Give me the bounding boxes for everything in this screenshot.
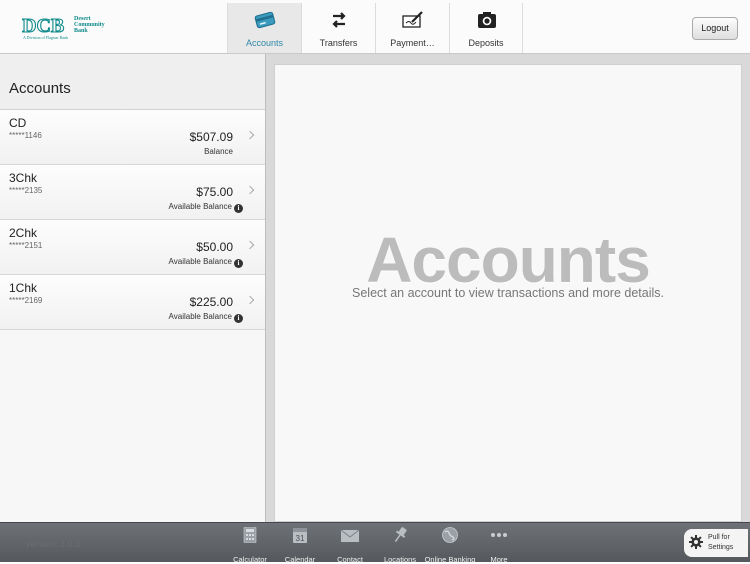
app-version: Version: 3.0.3	[25, 539, 81, 549]
globe-icon	[442, 527, 458, 543]
account-amount: $75.00	[196, 185, 233, 199]
chevron-right-icon	[245, 130, 255, 140]
more-dots-icon	[491, 533, 507, 537]
top-bar: DCB Desert Community Bank A Division of …	[0, 0, 750, 54]
account-name: 2Chk	[9, 226, 38, 240]
toolbar-calculator-label: Calculator	[233, 555, 267, 564]
tab-deposits-label: Deposits	[468, 38, 504, 48]
account-amount: $225.00	[189, 295, 233, 309]
toolbar-contact[interactable]: Contact	[332, 527, 368, 564]
accounts-list-panel: Accounts CD *****1146 $507.09 Balance 3C…	[0, 54, 266, 522]
balance-label-text: Available Balance	[168, 257, 232, 266]
account-row-1chk[interactable]: 1Chk *****2169 $225.00 Available Balance…	[0, 275, 265, 330]
settings-line-1: Pull for	[708, 534, 730, 541]
main-tabs: Accounts Transfers Payment… Deposits	[227, 3, 523, 53]
transfer-arrows-icon	[332, 12, 346, 28]
tab-deposits[interactable]: Deposits	[449, 3, 523, 53]
account-row-3chk[interactable]: 3Chk *****2135 $75.00 Available Balance i	[0, 165, 265, 220]
logout-button[interactable]: Logout	[692, 17, 738, 40]
svg-text:31: 31	[296, 534, 305, 543]
settings-text: Pull for Settings	[708, 533, 733, 553]
info-icon[interactable]: i	[234, 204, 243, 213]
chevron-right-icon	[245, 295, 255, 305]
toolbar-online-banking-label: Online Banking	[424, 555, 476, 564]
account-amount: $50.00	[196, 240, 233, 254]
account-balance-label: Available Balance i	[169, 257, 243, 268]
info-icon[interactable]: i	[234, 259, 243, 268]
dcb-logo-mark: DCB	[22, 15, 65, 35]
calculator-icon	[243, 526, 257, 544]
placeholder-subtitle: Select an account to view transactions a…	[352, 286, 664, 300]
balance-label-text: Available Balance	[168, 312, 232, 321]
tab-payments[interactable]: Payment…	[375, 3, 449, 53]
account-balance-label: Available Balance i	[169, 202, 243, 213]
settings-line-2: Settings	[708, 544, 734, 551]
bottom-toolbar: Version: 3.0.3 Calculator 31 Calendar Co…	[0, 522, 750, 564]
bank-name-line-3: Bank	[74, 28, 88, 34]
account-name: CD	[9, 116, 27, 130]
account-balance-label: Balance	[204, 147, 233, 156]
account-name: 3Chk	[9, 171, 38, 185]
account-row-cd[interactable]: CD *****1146 $507.09 Balance	[0, 110, 265, 165]
account-number: *****2135	[9, 186, 43, 195]
balance-label-text: Balance	[204, 147, 233, 156]
account-detail-placeholder: Accounts Select an account to view trans…	[274, 64, 742, 522]
tab-accounts-label: Accounts	[245, 38, 284, 48]
toolbar-calendar[interactable]: 31 Calendar	[282, 527, 318, 564]
chevron-right-icon	[245, 240, 255, 250]
camera-icon	[478, 12, 496, 28]
toolbar-locations-label: Locations	[383, 555, 417, 564]
toolbar-online-banking[interactable]: Online Banking	[424, 527, 476, 564]
toolbar-contact-label: Contact	[337, 555, 363, 564]
account-balance-label: Available Balance i	[169, 312, 243, 323]
info-icon[interactable]: i	[234, 314, 243, 323]
toolbar-more-label: More	[490, 555, 508, 564]
tab-transfers[interactable]: Transfers	[301, 3, 375, 53]
account-row-2chk[interactable]: 2Chk *****2151 $50.00 Available Balance i	[0, 220, 265, 275]
chevron-right-icon	[245, 185, 255, 195]
account-number: *****1146	[9, 131, 42, 140]
pull-for-settings-handle[interactable]: Pull for Settings	[684, 529, 748, 557]
accounts-panel-title: Accounts	[0, 54, 265, 110]
gear-icon	[689, 535, 703, 549]
toolbar-calculator[interactable]: Calculator	[231, 526, 269, 564]
tab-transfers-label: Transfers	[319, 38, 358, 48]
check-pen-icon	[402, 11, 423, 28]
pin-icon	[394, 527, 407, 542]
envelope-icon	[340, 529, 360, 542]
bank-division-text: A Division of Flagstar Bank	[23, 35, 69, 40]
bank-logo: DCB Desert Community Bank A Division of …	[22, 15, 112, 41]
toolbar-locations[interactable]: Locations	[382, 527, 418, 564]
calendar-icon: 31	[293, 528, 307, 543]
balance-label-text: Available Balance	[168, 202, 232, 211]
account-amount: $507.09	[189, 130, 233, 144]
credit-card-icon	[254, 11, 276, 29]
toolbar-more[interactable]: More	[484, 527, 514, 564]
account-number: *****2151	[9, 241, 43, 250]
bank-name: Desert Community Bank	[74, 16, 105, 34]
toolbar-calendar-label: Calendar	[284, 555, 316, 564]
tab-payments-label: Payment…	[390, 38, 435, 48]
tab-accounts[interactable]: Accounts	[227, 3, 301, 53]
account-name: 1Chk	[9, 281, 38, 295]
svg-text:DCB: DCB	[22, 15, 64, 35]
account-number: *****2169	[9, 296, 43, 305]
